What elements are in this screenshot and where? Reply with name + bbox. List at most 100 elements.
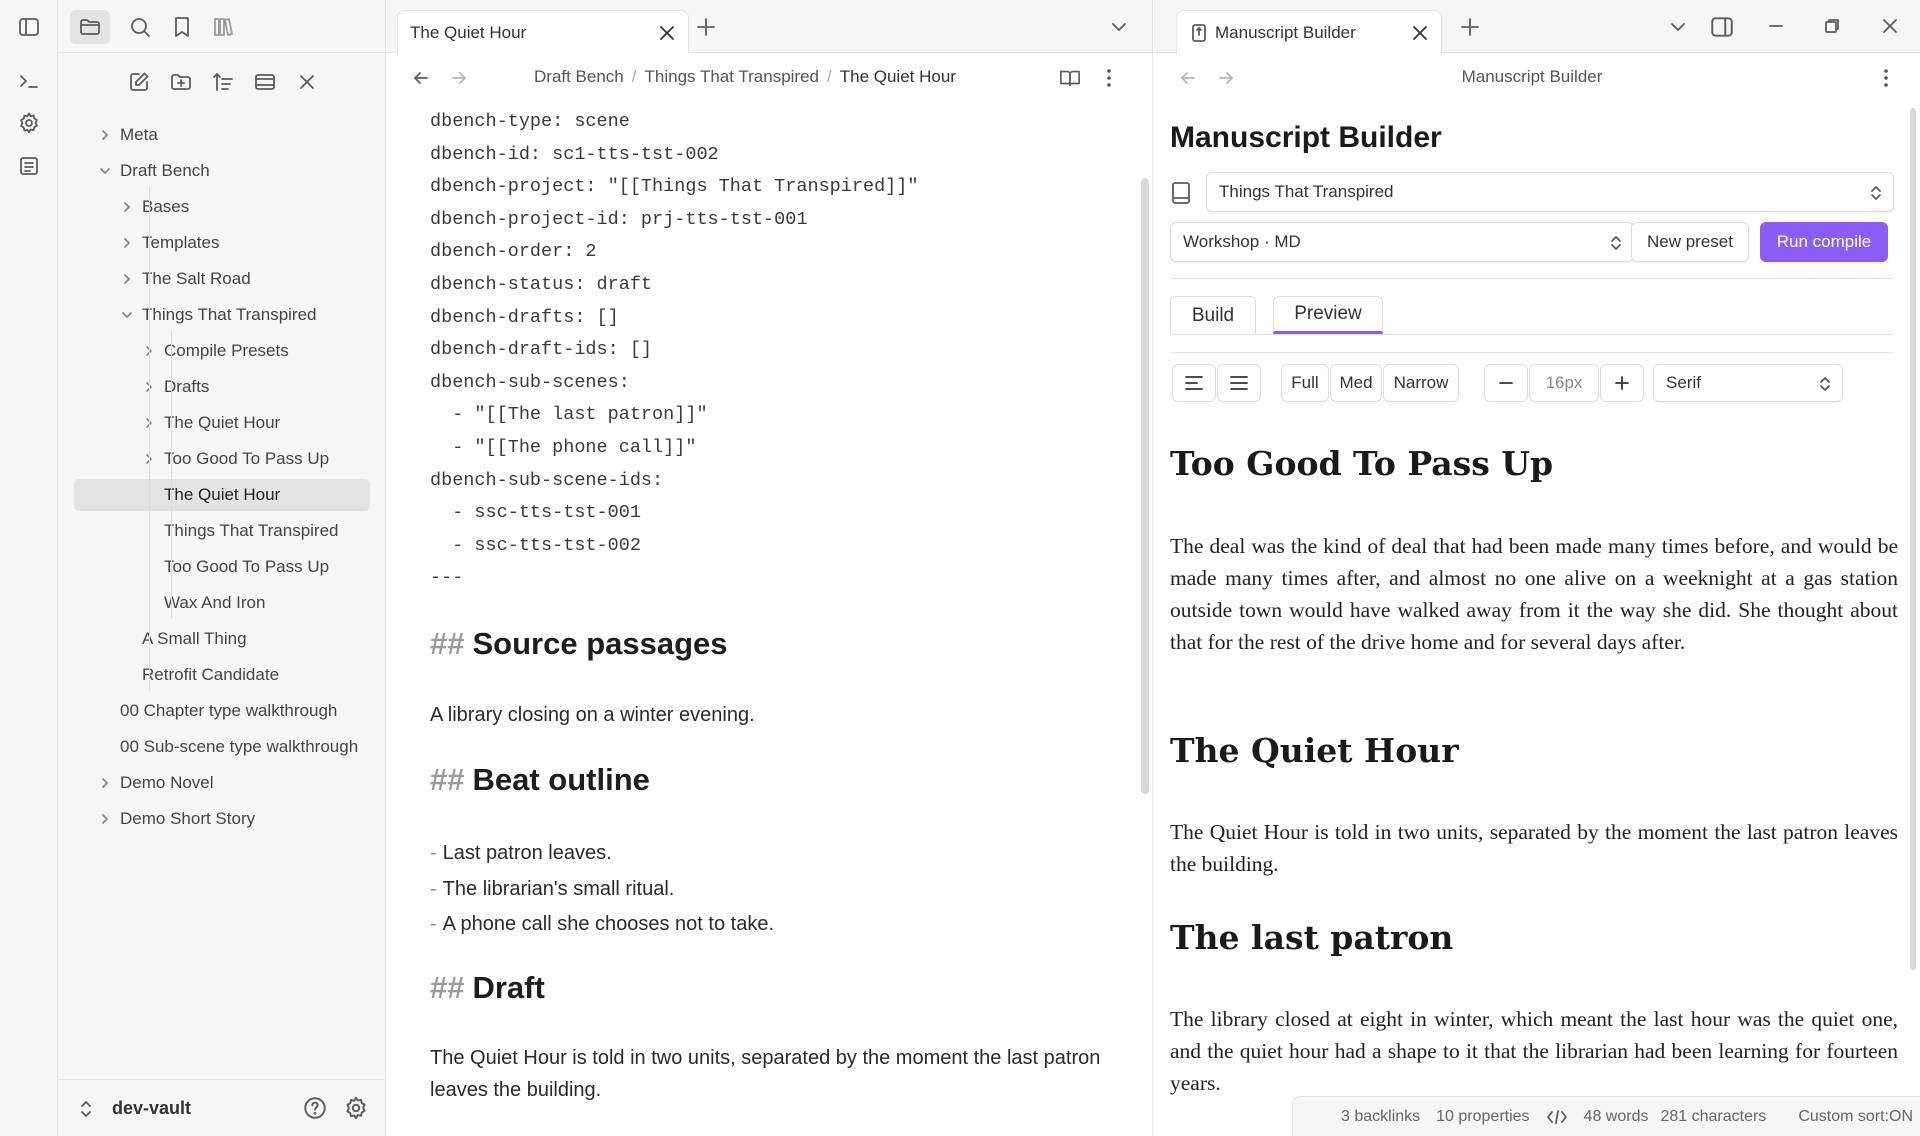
library-icon[interactable] [204, 10, 244, 44]
run-compile-button[interactable]: Run compile [1760, 222, 1888, 262]
editor-scrollbar[interactable] [1141, 178, 1149, 794]
auto-reveal-icon[interactable] [250, 67, 280, 97]
chevron-right-icon[interactable] [98, 812, 112, 826]
font-family-select[interactable]: Serif [1653, 364, 1843, 402]
width-narrow-button[interactable]: Narrow [1383, 364, 1459, 402]
custom-sort-status[interactable]: Custom sort:ON [1798, 1108, 1913, 1126]
close-icon[interactable] [658, 24, 676, 42]
file-tree-item[interactable]: Things That Transpired [164, 515, 339, 547]
restore-icon[interactable] [1822, 16, 1842, 36]
builder-scrollbar[interactable] [1910, 108, 1916, 970]
file-tree-item[interactable]: Templates [124, 227, 220, 259]
chevron-right-icon[interactable] [98, 128, 112, 142]
frontmatter-line: dbench-project: "[[Things That Transpire… [430, 176, 919, 198]
project-select[interactable]: Things That Transpired [1206, 172, 1894, 212]
align-justify-button[interactable] [1217, 364, 1261, 402]
breadcrumb: Draft Bench / Things That Transpired / T… [534, 67, 956, 87]
heading-draft: ## Draft [430, 970, 545, 1006]
properties-count[interactable]: 10 properties [1436, 1108, 1529, 1126]
chevron-down-icon[interactable] [120, 308, 134, 322]
bookmark-icon[interactable] [162, 10, 202, 44]
tab-manuscript-builder[interactable]: Manuscript Builder [1176, 10, 1442, 54]
decrease-font-button[interactable] [1484, 364, 1528, 402]
file-tree-item-label: The Salt Road [142, 269, 251, 288]
reading-view-icon[interactable] [1059, 67, 1081, 89]
file-tree-item[interactable]: Meta [102, 119, 158, 151]
tab-list-chevron-down-icon[interactable] [1669, 18, 1687, 36]
file-tree-item[interactable]: Too Good To Pass Up [146, 443, 329, 475]
close-window-icon[interactable] [1880, 16, 1900, 36]
file-tree-item[interactable]: Draft Bench [100, 155, 210, 187]
toggle-right-sidebar-icon[interactable] [1709, 14, 1735, 40]
file-tree-item[interactable]: The Salt Road [124, 263, 251, 295]
chevron-down-icon[interactable] [98, 164, 112, 178]
sidebar-tab-bar [58, 0, 386, 53]
file-tree-item[interactable]: 00 Chapter type walkthrough [120, 695, 337, 727]
toggle-sidebar-icon[interactable] [15, 13, 43, 41]
tab-list-chevron-down-icon[interactable] [1110, 18, 1128, 36]
file-tree-item[interactable]: A Small Thing [142, 623, 247, 655]
code-icon[interactable] [1546, 1108, 1568, 1126]
chevron-right-icon[interactable] [120, 272, 134, 286]
file-tree-item[interactable]: Wax And Iron [164, 587, 265, 619]
file-tree-item[interactable]: Demo Short Story [102, 803, 255, 835]
tab-build[interactable]: Build [1170, 296, 1256, 334]
gear-icon[interactable] [15, 109, 43, 137]
vault-switch-icon[interactable] [78, 1099, 94, 1119]
heading-marker: ## [430, 970, 465, 1005]
vault-settings-icon[interactable] [343, 1095, 369, 1121]
minimize-icon[interactable] [1766, 16, 1786, 36]
select-arrows-icon [1609, 234, 1623, 252]
more-options-icon[interactable] [1105, 67, 1113, 89]
preview-paragraph: The deal was the kind of deal that had b… [1170, 534, 1898, 654]
backlinks-count[interactable]: 3 backlinks [1341, 1108, 1420, 1126]
file-tree-item-label: The Quiet Hour [164, 485, 281, 504]
manuscript-builder-pane: Manuscript Builder Manuscript Builder Ma… [1154, 0, 1920, 1136]
divider [1170, 278, 1894, 279]
chevron-right-icon[interactable] [120, 236, 134, 250]
collapse-all-icon[interactable] [292, 67, 322, 97]
new-preset-button[interactable]: New preset [1631, 222, 1749, 262]
preset-select-value: Workshop · MD [1183, 232, 1301, 251]
new-note-icon[interactable] [124, 67, 154, 97]
file-tree-item[interactable]: The Quiet Hour [146, 407, 280, 439]
forward-arrow-icon[interactable] [449, 68, 469, 88]
file-tree-item[interactable]: Retrofit Candidate [142, 659, 279, 691]
tab-preview[interactable]: Preview [1273, 296, 1383, 334]
search-icon[interactable] [120, 10, 160, 44]
new-tab-icon[interactable] [695, 16, 717, 38]
file-tree-item[interactable]: Demo Novel [102, 767, 214, 799]
file-tree-item-label: Templates [142, 233, 220, 252]
file-tree-item[interactable]: Compile Presets [146, 335, 289, 367]
file-tree-item[interactable]: Things That Transpired [122, 299, 317, 331]
new-folder-icon[interactable] [166, 67, 196, 97]
builder-tab-bar: Manuscript Builder [1154, 0, 1920, 54]
preview-heading: Too Good To Pass Up [1170, 444, 1554, 483]
manuscript-icon[interactable] [15, 152, 43, 180]
breadcrumb-item[interactable]: Things That Transpired [645, 67, 820, 87]
width-med-button[interactable]: Med [1330, 364, 1382, 402]
terminal-icon[interactable] [15, 67, 43, 95]
help-icon[interactable] [302, 1095, 328, 1121]
chevron-right-icon[interactable] [120, 200, 134, 214]
file-tree-item-selected[interactable]: The Quiet Hour [74, 479, 370, 511]
preset-select[interactable]: Workshop · MD [1170, 222, 1634, 262]
close-icon[interactable] [1411, 24, 1429, 42]
align-left-button[interactable] [1172, 364, 1216, 402]
more-options-icon[interactable] [1882, 67, 1890, 89]
tab-the-quiet-hour[interactable]: The Quiet Hour [397, 10, 689, 54]
files-tab-icon[interactable] [70, 10, 110, 44]
sort-icon[interactable] [208, 67, 238, 97]
breadcrumb-item[interactable]: The Quiet Hour [840, 67, 956, 87]
source-editor[interactable]: dbench-type: scene dbench-id: sc1-tts-tst… [430, 106, 1110, 1005]
breadcrumb-item[interactable]: Draft Bench [534, 67, 624, 87]
vault-name[interactable]: dev-vault [112, 1098, 191, 1119]
indent-guide [171, 331, 172, 619]
new-tab-icon[interactable] [1459, 16, 1481, 38]
back-arrow-icon[interactable] [411, 68, 431, 88]
file-tree-item[interactable]: Too Good To Pass Up [164, 551, 329, 583]
increase-font-button[interactable] [1600, 364, 1644, 402]
width-full-button[interactable]: Full [1281, 364, 1329, 402]
chevron-right-icon[interactable] [98, 776, 112, 790]
file-tree-item[interactable]: 00 Sub-scene type walkthrough [120, 731, 358, 763]
